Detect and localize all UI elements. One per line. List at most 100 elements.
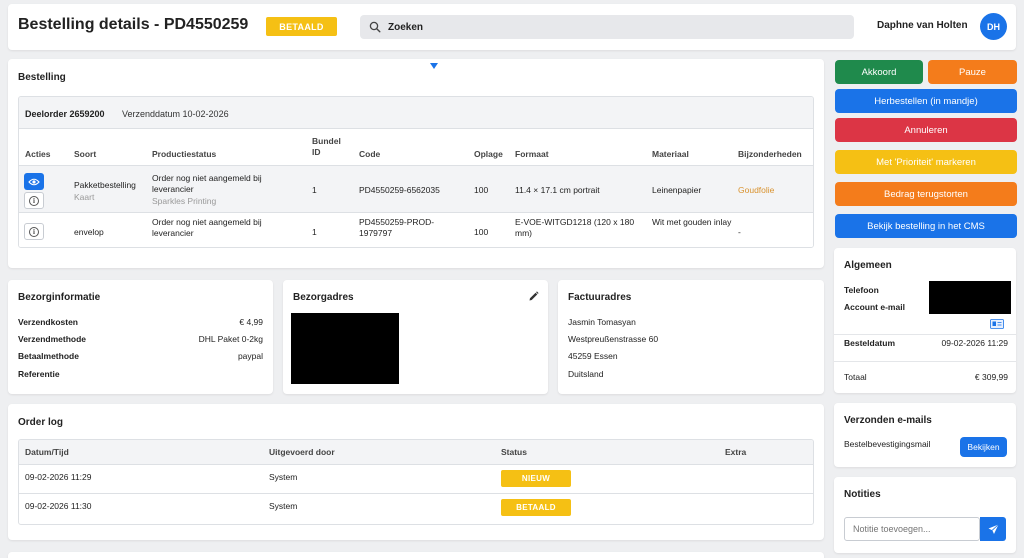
status-badge: NIEUW (501, 470, 571, 487)
table-row: i envelop Order nog niet aangemeld bij l… (19, 212, 813, 247)
suborder-table: Deelorder 2659200 Verzenddatum 10-02-202… (18, 96, 814, 248)
divider (834, 361, 1016, 362)
order-log-card: Order log Datum/Tijd Uitgevoerd door Sta… (8, 404, 824, 540)
log-header-row: Datum/Tijd Uitgevoerd door Status Extra (19, 440, 813, 464)
info-icon: i (29, 226, 39, 237)
reference-label: Referentie (18, 369, 60, 379)
redacted-contact (929, 281, 1011, 314)
col-uitgevoerd-door: Uitgevoerd door (269, 447, 335, 457)
shipping-cost-label: Verzendkosten (18, 317, 78, 327)
avatar[interactable]: DH (980, 13, 1007, 40)
delivery-info-card: Bezorginformatie Verzendkosten € 4,99 Ve… (8, 280, 273, 394)
col-productiestatus: Productiestatus (152, 149, 217, 159)
col-datum: Datum/Tijd (25, 447, 69, 457)
log-by: System (269, 501, 298, 511)
shipping-cost-value: € 4,99 (239, 317, 263, 327)
general-card: Algemeen Telefoon Account e-mail Besteld… (834, 248, 1016, 393)
table-row: 09-02-2026 11:29 System NIEUW (19, 464, 813, 493)
col-bundel-id: Bundel ID (312, 136, 341, 157)
cell-bundel-id: 1 (312, 185, 317, 195)
total-label: Totaal (844, 372, 867, 382)
delivery-address-title: Bezorgadres (293, 292, 354, 303)
ship-date: Verzenddatum 10-02-2026 (122, 109, 229, 119)
col-oplage: Oplage (474, 149, 503, 159)
eye-icon (28, 178, 40, 185)
total-value: € 309,99 (974, 372, 1008, 382)
cell-soort: envelop (74, 227, 104, 237)
email-label: Account e-mail (844, 302, 905, 312)
notes-title: Notities (844, 489, 881, 500)
cell-supplier: Sparkles Printing (152, 196, 217, 206)
order-date-label: Besteldatum (844, 338, 896, 348)
search-input[interactable] (388, 17, 838, 37)
view-in-cms-button[interactable]: Bekijk bestelling in het CMS (835, 214, 1017, 238)
billing-address-title: Factuuradres (568, 292, 632, 303)
divider (834, 334, 1016, 335)
log-date: 09-02-2026 11:29 (25, 472, 92, 482)
billing-name: Jasmin Tomasyan (568, 317, 636, 327)
table-row: 09-02-2026 11:30 System BETAALD (19, 493, 813, 524)
col-soort: Soort (74, 149, 97, 159)
note-input[interactable] (844, 517, 980, 541)
payment-method-value: paypal (237, 351, 263, 361)
priority-button[interactable]: Met 'Prioriteit' markeren (835, 150, 1017, 174)
log-by: System (269, 472, 298, 482)
cell-code: PD4550259-PROD-1979797 (359, 217, 435, 238)
cell-bijzonderheden: - (738, 227, 741, 237)
cell-bijzonderheden: Goudfolie (738, 185, 775, 195)
cell-oplage: 100 (474, 185, 489, 195)
suborder-header: Deelorder 2659200 Verzenddatum 10-02-202… (19, 97, 813, 129)
next-card-edge (8, 552, 824, 558)
col-status: Status (501, 447, 527, 457)
page-title: Bestelling details - PD4550259 (18, 16, 249, 33)
delivery-address-card: Bezorgadres (283, 280, 548, 394)
caret-down-icon[interactable] (430, 63, 438, 69)
phone-label: Telefoon (844, 285, 879, 295)
order-log-title: Order log (18, 417, 64, 428)
cell-formaat: 11.4 × 17.1 cm portrait (515, 185, 600, 195)
reorder-button[interactable]: Herbestellen (in mandje) (835, 89, 1017, 113)
delivery-info-title: Bezorginformatie (18, 292, 101, 303)
paper-plane-icon (988, 523, 999, 534)
col-formaat: Formaat (515, 149, 549, 159)
billing-address-card: Factuuradres Jasmin Tomasyan Westpreußen… (558, 280, 824, 394)
order-title: Bestelling (18, 72, 66, 83)
col-materiaal: Materiaal (652, 149, 689, 159)
send-note-button[interactable] (980, 517, 1006, 541)
order-date-value: 09-02-2026 11:29 (941, 338, 1008, 348)
cell-productiestatus: Order nog niet aangemeld bij leverancier (152, 217, 262, 238)
pause-button[interactable]: Pauze (928, 60, 1017, 84)
contact-card-icon[interactable] (990, 319, 1004, 329)
col-bijzonderheden: Bijzonderheden (738, 149, 802, 159)
table-row: i Pakketbestelling Kaart Order nog niet … (19, 165, 813, 212)
sent-emails-title: Verzonden e-mails (844, 415, 932, 426)
order-log-table: Datum/Tijd Uitgevoerd door Status Extra … (18, 439, 814, 525)
user-name: Daphne van Holten (877, 20, 968, 31)
cell-bundel-id: 1 (312, 227, 317, 237)
pencil-icon[interactable] (528, 291, 539, 302)
shipping-method-label: Verzendmethode (18, 334, 87, 344)
shipping-method-value: DHL Paket 0-2kg (198, 334, 263, 344)
view-button[interactable] (24, 173, 44, 190)
cell-productiestatus: Order nog niet aangemeld bij leverancier (152, 173, 262, 194)
cell-code: PD4550259-6562035 (359, 185, 440, 195)
col-acties: Acties (25, 149, 51, 159)
view-email-button[interactable]: Bekijken (960, 437, 1007, 457)
payment-method-label: Betaalmethode (18, 351, 79, 361)
email-item-label: Bestelbevestigingsmail (844, 439, 931, 449)
cell-soort: Pakketbestelling (74, 180, 136, 190)
log-date: 09-02-2026 11:30 (25, 501, 92, 511)
cell-oplage: 100 (474, 227, 489, 237)
col-extra: Extra (725, 447, 747, 457)
redacted-address (291, 313, 399, 384)
search-bar[interactable] (360, 15, 854, 39)
info-button[interactable]: i (24, 192, 44, 209)
info-button[interactable]: i (24, 223, 44, 240)
order-status-badge: BETAALD (266, 17, 337, 36)
order-card: Bestelling Deelorder 2659200 Verzenddatu… (8, 59, 824, 268)
cell-formaat: E-VOE-WITGD1218 (120 x 180 mm) (515, 217, 635, 238)
suborder-label: Deelorder 2659200 (25, 109, 105, 119)
cancel-button[interactable]: Annuleren (835, 118, 1017, 142)
refund-button[interactable]: Bedrag terugstorten (835, 182, 1017, 206)
approve-button[interactable]: Akkoord (835, 60, 923, 84)
